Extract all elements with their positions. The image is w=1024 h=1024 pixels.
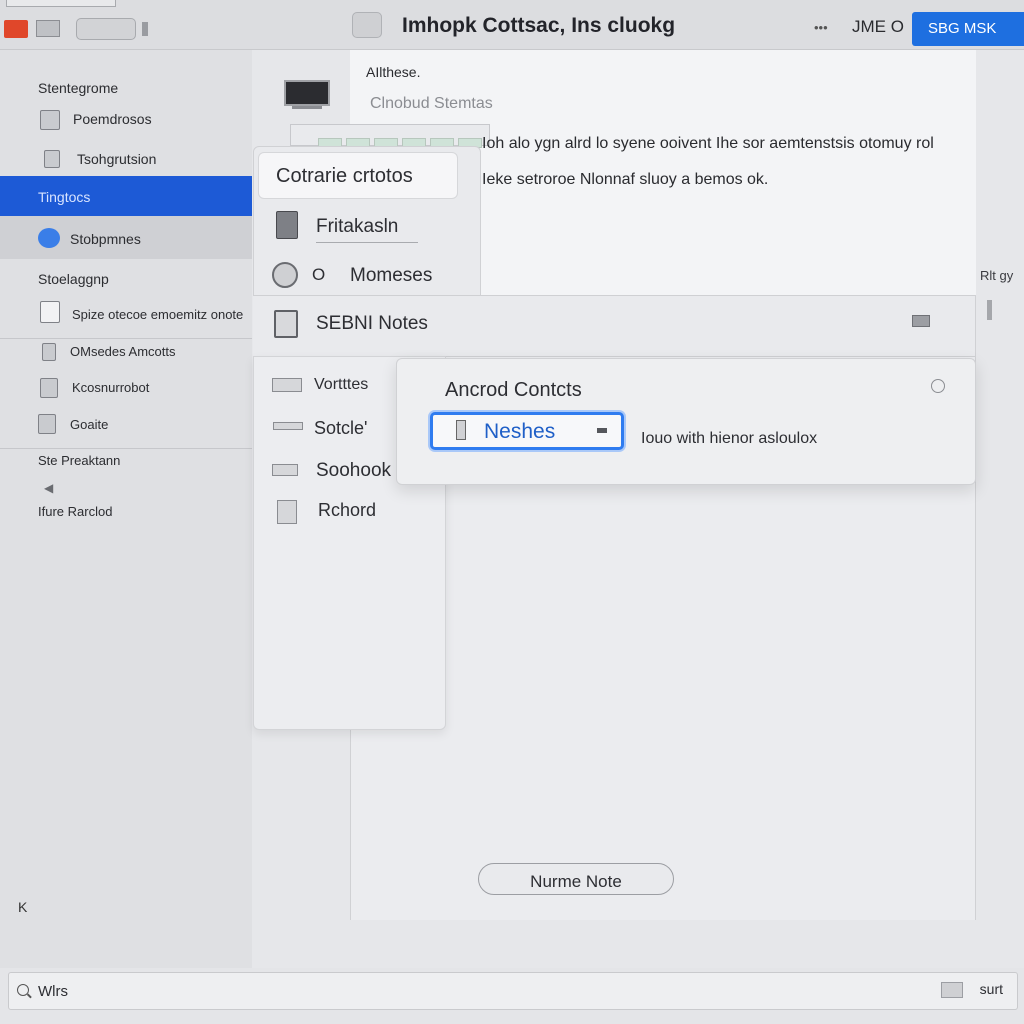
- collapse-sidebar-button[interactable]: K: [18, 899, 27, 915]
- sidebar-item[interactable]: Spize otecoe emoemitz onote: [72, 307, 243, 322]
- contact-icon: [456, 420, 466, 440]
- sidebar-item[interactable]: Ifure Rarclod: [38, 504, 112, 519]
- dropdown-item[interactable]: Momeses: [350, 265, 432, 287]
- clear-icon[interactable]: [597, 428, 607, 433]
- sidebar-item[interactable]: Tsohgrutsion: [77, 151, 156, 167]
- more-options-button[interactable]: •••: [814, 20, 828, 35]
- dropdown-item-prefix: O: [312, 265, 326, 284]
- sidebar-item[interactable]: Kcosnurrobot: [72, 380, 149, 395]
- settings-icon: [38, 414, 56, 434]
- row-action-icon[interactable]: [912, 315, 930, 327]
- folder-icon: [40, 110, 60, 130]
- search-input[interactable]: [8, 972, 1018, 1010]
- popup-title: Ancrod Contcts: [445, 379, 582, 401]
- camera-icon: [272, 262, 298, 288]
- search-submit-button[interactable]: surt: [941, 981, 1003, 1000]
- phone-icon: [42, 343, 56, 361]
- contacts-icon: [38, 228, 60, 248]
- sidebar-section-heading: Stentegrome: [38, 80, 119, 96]
- search-value: Wlrs: [38, 983, 68, 1000]
- sidebar-section-heading: Ste Preaktann: [38, 453, 121, 468]
- close-window-icon[interactable]: [4, 20, 28, 38]
- monitor-stand-icon: [292, 106, 322, 109]
- dropdown-item[interactable]: Sotcle': [314, 418, 367, 439]
- document-icon: [277, 500, 297, 524]
- window-title: Imhopk Cottsac, Ins cluokg: [402, 14, 676, 37]
- dropdown-item[interactable]: Vortttes: [314, 376, 368, 394]
- dropdown-item[interactable]: Soohook: [316, 460, 391, 482]
- sidebar-item-label: Stobpmnes: [70, 231, 141, 247]
- selected-row-label: SEBNI Notes: [316, 313, 428, 334]
- right-edge-label: Rlt gy: [980, 268, 1014, 283]
- divider: [0, 448, 252, 449]
- back-arrow-icon[interactable]: ◀: [44, 481, 53, 495]
- divider: [316, 242, 418, 243]
- user-label[interactable]: JME O: [852, 17, 904, 37]
- divider-icon: [142, 22, 148, 36]
- calendar-icon: [40, 378, 58, 398]
- view-toggle-segmented[interactable]: [76, 18, 136, 40]
- close-icon[interactable]: [931, 379, 945, 393]
- window-tab[interactable]: [6, 0, 116, 7]
- sidebar-item[interactable]: Poemdrosos: [73, 111, 152, 127]
- note-subtitle: Clnobud Stemtas: [370, 95, 493, 112]
- list-icon: [272, 378, 302, 392]
- sidebar-item[interactable]: Goaite: [70, 417, 108, 432]
- primary-action-button[interactable]: SBG MSK: [912, 12, 1024, 46]
- phone-icon: [276, 211, 298, 239]
- document-icon: [44, 150, 60, 168]
- app-icon: [352, 12, 382, 38]
- divider: [0, 338, 252, 339]
- list-icon: [273, 422, 303, 430]
- new-note-button[interactable]: Nurme Note: [478, 863, 674, 895]
- note-body-line: Ieke setroroe Nlonnaf sluoy a bemos ok.: [482, 171, 769, 188]
- dropdown-item[interactable]: Rchord: [318, 500, 376, 521]
- grid-view-icon[interactable]: [36, 20, 60, 37]
- note-title: AIlthese.: [366, 64, 421, 80]
- dropdown-title: Cotrarie crtotos: [276, 165, 413, 187]
- popup-hint: Iouo with hienor asloulox: [641, 430, 818, 447]
- list-icon: [272, 464, 298, 476]
- sidebar-item-selected-label: Tingtocs: [38, 189, 91, 205]
- dropdown-item[interactable]: Fritakasln: [316, 216, 398, 238]
- note-icon: [40, 301, 60, 323]
- contact-search-value: Neshes: [484, 420, 556, 443]
- scroll-indicator[interactable]: [987, 300, 992, 320]
- monitor-icon: [284, 80, 330, 106]
- sidebar-item[interactable]: OMsedes Amcotts: [70, 344, 175, 359]
- sidebar-section-heading: Stoelaggnp: [38, 271, 109, 287]
- note-body-line: Ioh alo ygn alrd lo syene ooivent Ihe so…: [482, 135, 934, 152]
- notes-icon: [274, 310, 298, 338]
